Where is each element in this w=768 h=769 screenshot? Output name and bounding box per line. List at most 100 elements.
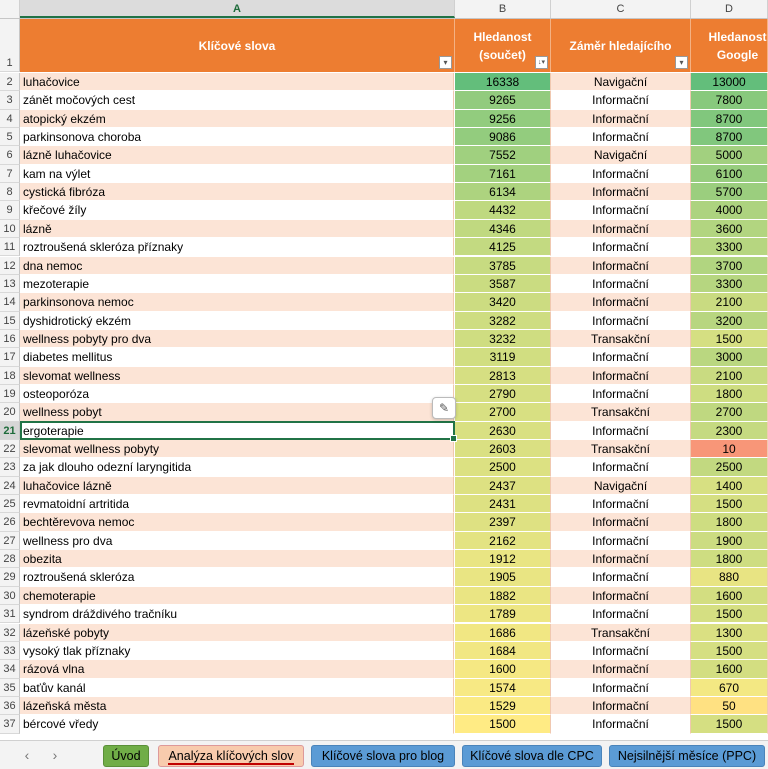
keyword-cell[interactable]: křečové žíly (20, 201, 454, 220)
quick-analysis-icon[interactable]: ✎ (432, 397, 456, 419)
tab-nejsilnejsi-mesice[interactable]: Nejsilnější měsíce (PPC) (609, 745, 765, 767)
search-volume-cell[interactable]: 3119 (455, 348, 551, 367)
row-header-20[interactable]: 20 (0, 403, 20, 422)
intent-cell[interactable]: Informační (551, 421, 691, 440)
search-volume-cell[interactable]: 1574 (455, 678, 551, 697)
keyword-cell[interactable]: atopický ekzém (20, 109, 454, 129)
keyword-cell[interactable]: luhačovice lázně (20, 476, 454, 496)
search-volume-cell[interactable]: 2437 (455, 476, 551, 496)
google-volume-cell[interactable]: 1800 (691, 384, 768, 404)
google-volume-cell[interactable]: 1500 (691, 329, 768, 349)
row-header-16[interactable]: 16 (0, 329, 20, 349)
row-header-17[interactable]: 17 (0, 348, 20, 367)
google-volume-cell[interactable]: 2300 (691, 421, 768, 440)
keyword-cell[interactable]: cystická fibróza (20, 183, 454, 202)
select-all-corner[interactable] (0, 0, 20, 18)
intent-cell[interactable]: Navigační (551, 146, 691, 165)
search-volume-cell[interactable]: 3282 (455, 311, 551, 330)
keyword-cell[interactable]: lázně (20, 219, 454, 239)
search-volume-cell[interactable]: 1684 (455, 641, 551, 661)
google-volume-cell[interactable]: 3600 (691, 219, 768, 239)
row-header-14[interactable]: 14 (0, 293, 20, 312)
filter-dropdown-c[interactable]: ▾ (675, 56, 688, 69)
google-volume-cell[interactable]: 7800 (691, 91, 768, 110)
keyword-cell[interactable]: wellness pro dva (20, 531, 454, 551)
search-volume-cell[interactable]: 1912 (455, 550, 551, 569)
intent-cell[interactable]: Informační (551, 458, 691, 477)
intent-cell[interactable]: Informační (551, 348, 691, 367)
search-volume-cell[interactable]: 6134 (455, 183, 551, 202)
google-volume-cell[interactable]: 1600 (691, 586, 768, 606)
google-volume-cell[interactable]: 1800 (691, 513, 768, 532)
keyword-cell[interactable]: za jak dlouho odezní laryngitida (20, 458, 454, 477)
keyword-cell[interactable]: diabetes mellitus (20, 348, 454, 367)
keyword-cell[interactable]: osteoporóza (20, 384, 454, 404)
keyword-cell[interactable]: obezita (20, 550, 454, 569)
keyword-cell[interactable]: parkinsonova nemoc (20, 293, 454, 312)
row-header-5[interactable]: 5 (0, 128, 20, 147)
keyword-cell[interactable]: lázeňské pobyty (20, 623, 454, 642)
google-volume-cell[interactable]: 1600 (691, 660, 768, 679)
google-volume-cell[interactable]: 1500 (691, 605, 768, 624)
search-volume-cell[interactable]: 1686 (455, 623, 551, 642)
row-header-29[interactable]: 29 (0, 568, 20, 587)
search-volume-cell[interactable]: 2397 (455, 513, 551, 532)
row-header-4[interactable]: 4 (0, 109, 20, 129)
keyword-cell[interactable]: parkinsonova choroba (20, 128, 454, 147)
search-volume-cell[interactable]: 2630 (455, 421, 551, 440)
search-volume-cell[interactable]: 4432 (455, 201, 551, 220)
google-volume-cell[interactable]: 3200 (691, 311, 768, 330)
intent-cell[interactable]: Navigační (551, 476, 691, 496)
intent-cell[interactable]: Transakční (551, 329, 691, 349)
row-header-27[interactable]: 27 (0, 531, 20, 551)
search-volume-cell[interactable]: 1905 (455, 568, 551, 587)
row-header-9[interactable]: 9 (0, 201, 20, 220)
row-header-15[interactable]: 15 (0, 311, 20, 330)
keyword-cell[interactable]: vysoký tlak příznaky (20, 641, 454, 661)
keyword-cell[interactable]: lázeňská města (20, 696, 454, 716)
prev-sheet-icon[interactable]: ‹ (20, 747, 34, 763)
google-volume-cell[interactable]: 1500 (691, 641, 768, 661)
intent-cell[interactable]: Informační (551, 91, 691, 110)
row-header-7[interactable]: 7 (0, 164, 20, 184)
search-volume-cell[interactable]: 3232 (455, 329, 551, 349)
search-volume-cell[interactable]: 2431 (455, 495, 551, 514)
keyword-cell[interactable]: luhačovice (20, 73, 454, 92)
keyword-cell[interactable]: revmatoidní artritida (20, 495, 454, 514)
row-header-31[interactable]: 31 (0, 605, 20, 624)
search-volume-cell[interactable]: 1529 (455, 696, 551, 716)
keyword-cell[interactable]: bechtěrevova nemoc (20, 513, 454, 532)
intent-cell[interactable]: Informační (551, 109, 691, 129)
intent-cell[interactable]: Informační (551, 219, 691, 239)
keyword-cell[interactable]: bércové vředy (20, 715, 454, 734)
intent-cell[interactable]: Informační (551, 678, 691, 697)
row-header-13[interactable]: 13 (0, 274, 20, 294)
intent-cell[interactable]: Informační (551, 256, 691, 275)
search-volume-cell[interactable]: 9086 (455, 128, 551, 147)
intent-cell[interactable]: Informační (551, 366, 691, 385)
google-volume-cell[interactable]: 2100 (691, 366, 768, 385)
sort-filter-dropdown-b[interactable]: ↓▾ (535, 56, 548, 69)
intent-cell[interactable]: Informační (551, 531, 691, 551)
google-volume-cell[interactable]: 5000 (691, 146, 768, 165)
search-volume-cell[interactable]: 1500 (455, 715, 551, 734)
search-volume-cell[interactable]: 9256 (455, 109, 551, 129)
intent-cell[interactable]: Informační (551, 550, 691, 569)
row-header-30[interactable]: 30 (0, 586, 20, 606)
keyword-cell[interactable]: kam na výlet (20, 164, 454, 184)
google-volume-cell[interactable]: 10 (691, 440, 768, 459)
intent-cell[interactable]: Informační (551, 238, 691, 257)
row-header-21[interactable]: 21 (0, 421, 20, 440)
row-header-28[interactable]: 28 (0, 550, 20, 569)
google-volume-cell[interactable]: 50 (691, 696, 768, 716)
row-header-33[interactable]: 33 (0, 641, 20, 661)
row-header-37[interactable]: 37 (0, 715, 20, 734)
intent-cell[interactable]: Informační (551, 660, 691, 679)
row-header-24[interactable]: 24 (0, 476, 20, 496)
intent-cell[interactable]: Informační (551, 164, 691, 184)
google-volume-cell[interactable]: 1500 (691, 495, 768, 514)
intent-cell[interactable]: Informační (551, 715, 691, 734)
next-sheet-icon[interactable]: › (48, 747, 62, 763)
google-volume-cell[interactable]: 5700 (691, 183, 768, 202)
row-header-1[interactable]: 1 (0, 19, 20, 72)
